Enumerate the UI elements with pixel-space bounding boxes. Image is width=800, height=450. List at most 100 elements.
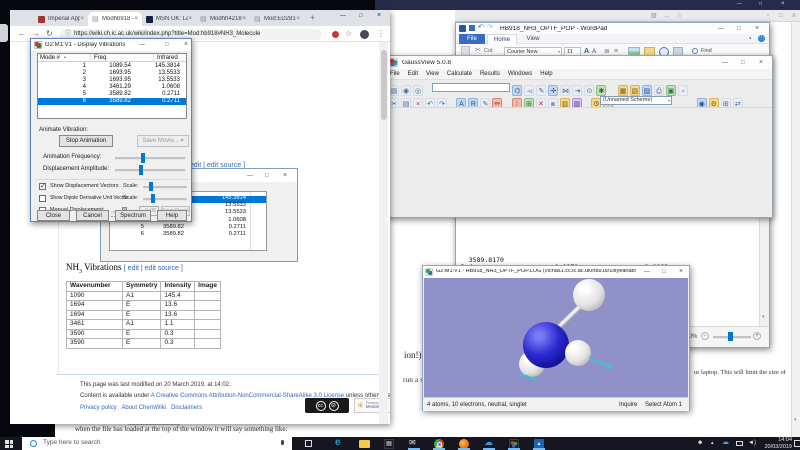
minimize-icon[interactable]: — — [722, 60, 728, 66]
close-icon[interactable]: × — [377, 12, 381, 19]
volume-icon[interactable]: ◄) — [748, 440, 756, 446]
help-icon[interactable]: ⓘ — [758, 35, 765, 42]
displacement-amplitude-slider[interactable] — [115, 169, 185, 172]
vectors-scale-handle[interactable] — [149, 182, 153, 191]
menu-calculate[interactable]: Calculate — [447, 71, 472, 77]
molecule-viewport[interactable] — [424, 278, 688, 397]
maximize-icon[interactable]: □ — [737, 26, 741, 32]
page-scrollbar[interactable] — [379, 42, 388, 424]
mode-list[interactable]: Mode # ▴ Freq Infrared 11089.54145.3814 … — [37, 53, 187, 119]
maximize-icon[interactable]: □ — [359, 13, 363, 19]
zoom-slider-handle[interactable] — [728, 332, 733, 341]
close-icon[interactable]: × — [755, 25, 759, 32]
hydrogen-atom-right[interactable] — [565, 340, 591, 366]
forward-icon[interactable]: → — [32, 30, 40, 38]
bookmark-icon[interactable]: ☆ — [677, 13, 682, 19]
tab-msn[interactable]: MSN UK: Lat... × — [142, 12, 196, 26]
scroll-down-icon[interactable]: ▾ — [794, 418, 797, 423]
displacement-amplitude-handle[interactable] — [139, 165, 143, 175]
popout-icon[interactable]: ▫ — [767, 13, 769, 19]
site-info-icon[interactable]: ⓘ — [65, 31, 71, 37]
privacy-policy-link[interactable]: Privacy policy — [80, 405, 117, 411]
cc-badge[interactable]: cc ⊘ — [305, 398, 349, 413]
onedrive-tray-icon[interactable]: ☁ — [722, 439, 729, 446]
animation-frequency-handle[interactable] — [141, 153, 145, 163]
tab-close-icon[interactable]: × — [242, 16, 246, 22]
microphone-icon[interactable] — [281, 440, 284, 445]
menu-icon[interactable]: ≡ — [792, 13, 796, 19]
fragment-input[interactable] — [432, 83, 510, 92]
mode-row[interactable]: 11089.54145.3814 — [38, 63, 186, 70]
onedrive-icon[interactable]: ☁ — [484, 438, 493, 447]
mode-list-header[interactable]: Mode # ▴ Freq Infrared — [38, 54, 186, 62]
redo-icon[interactable]: ↷ — [487, 24, 493, 31]
undo-icon[interactable]: ↶ — [478, 24, 484, 31]
minimize-icon[interactable]: — — [718, 26, 724, 32]
mode-row[interactable]: 21693.9513.5533 — [38, 70, 186, 77]
minimize-icon[interactable]: — — [139, 42, 145, 48]
new-tab-button[interactable]: + — [310, 14, 315, 22]
zoom-in-icon[interactable]: + — [753, 332, 761, 340]
disclaimers-link[interactable]: Disclaimers — [171, 405, 202, 411]
tab-home[interactable]: Home — [487, 34, 517, 44]
show-vectors-checkbox[interactable]: ✓ — [39, 183, 46, 190]
gaussview-titlebar[interactable]: GaussView 5.0.8 — □ × — [386, 56, 772, 69]
list-icon[interactable]: ≡ — [614, 48, 618, 55]
user-tray-icon[interactable]: ☻ — [697, 440, 703, 446]
menu-file[interactable]: File — [390, 71, 400, 77]
more-icon[interactable]: … — [664, 13, 670, 19]
menu-results[interactable]: Results — [480, 71, 500, 77]
cut-label[interactable]: Cut — [484, 49, 493, 55]
help-button[interactable]: Help — [157, 210, 187, 221]
tab-imperial[interactable]: Imperial App... × — [34, 12, 88, 26]
find-icon[interactable] — [692, 48, 698, 54]
maximize-icon[interactable]: □ — [662, 269, 666, 275]
cut-icon[interactable]: ✂ — [475, 47, 481, 54]
tab-moded2810[interactable]: ▤ Mod:ED2810 × — [250, 12, 304, 26]
search-box[interactable]: Type here to search — [22, 437, 292, 450]
tab-close-icon[interactable]: × — [296, 16, 300, 22]
save-icon[interactable] — [469, 25, 475, 31]
extension-icon[interactable] — [332, 31, 339, 38]
tab-close-icon[interactable]: × — [188, 16, 192, 22]
collapse-ribbon-icon[interactable]: ▴ — [749, 36, 752, 41]
close-button[interactable]: Close — [37, 210, 70, 221]
clock[interactable]: 14:04 20/03/2019 — [760, 438, 792, 450]
maximize-icon[interactable]: □ — [741, 60, 745, 66]
mail-icon[interactable]: ✉ — [409, 439, 416, 447]
scheme-select[interactable]: (Unnamed Scheme)▾ — [600, 96, 672, 105]
browser-menu-icon[interactable]: ⋮ — [377, 30, 385, 38]
grow-font-icon[interactable]: A — [584, 48, 589, 55]
close-icon[interactable]: × — [184, 41, 188, 48]
maximize-icon[interactable]: □ — [759, 2, 762, 7]
mode-row[interactable]: 31693.9513.5533 — [38, 77, 186, 84]
wordpad-titlebar[interactable]: ↶ ↷ HB918_NH3_OPTF_POP - WordPad — □ × — [456, 23, 769, 34]
tab-close-icon[interactable]: × — [80, 16, 84, 22]
close-icon[interactable]: × — [781, 1, 785, 7]
tab-modhh4218[interactable]: ▤ Modhh4218 - × — [196, 12, 250, 26]
zoom-out-icon[interactable]: − — [701, 332, 709, 340]
mode-row[interactable]: 43461.291.0608 — [38, 84, 186, 91]
bookmark-star-icon[interactable]: ☆ — [345, 30, 352, 38]
task-view-icon[interactable] — [305, 440, 312, 447]
close-icon[interactable]: × — [679, 268, 683, 275]
url-text[interactable]: https://wiki.ch.ic.ac.uk/wiki/index.php?… — [74, 31, 260, 37]
action-center-icon[interactable] — [794, 440, 800, 447]
cancel-button[interactable]: Cancel — [76, 210, 109, 221]
about-link[interactable]: About ChemWiki — [121, 405, 166, 411]
avatar[interactable] — [360, 30, 369, 39]
network-icon[interactable] — [736, 441, 743, 446]
extensions-icon[interactable]: ▥ — [651, 13, 657, 19]
spectrum-button[interactable]: Spectrum — [115, 210, 151, 221]
stop-animation-button[interactable]: Stop Animation — [59, 135, 113, 147]
menu-windows[interactable]: Windows — [508, 71, 532, 77]
animation-frequency-slider[interactable] — [115, 157, 185, 160]
store-icon[interactable]: ▤ — [384, 439, 394, 449]
tab-file[interactable]: File — [459, 34, 485, 44]
indent-icon[interactable]: ≣ — [604, 48, 610, 55]
dialog-titlebar[interactable]: G2:M1:V1 - Display Vibrations — □ × — [31, 39, 191, 51]
file-explorer-icon[interactable] — [359, 440, 370, 448]
mode-row-selected[interactable]: 63589.820.2711 — [38, 98, 186, 105]
back-icon[interactable]: ← — [18, 30, 26, 38]
close-icon[interactable]: × — [759, 59, 763, 66]
